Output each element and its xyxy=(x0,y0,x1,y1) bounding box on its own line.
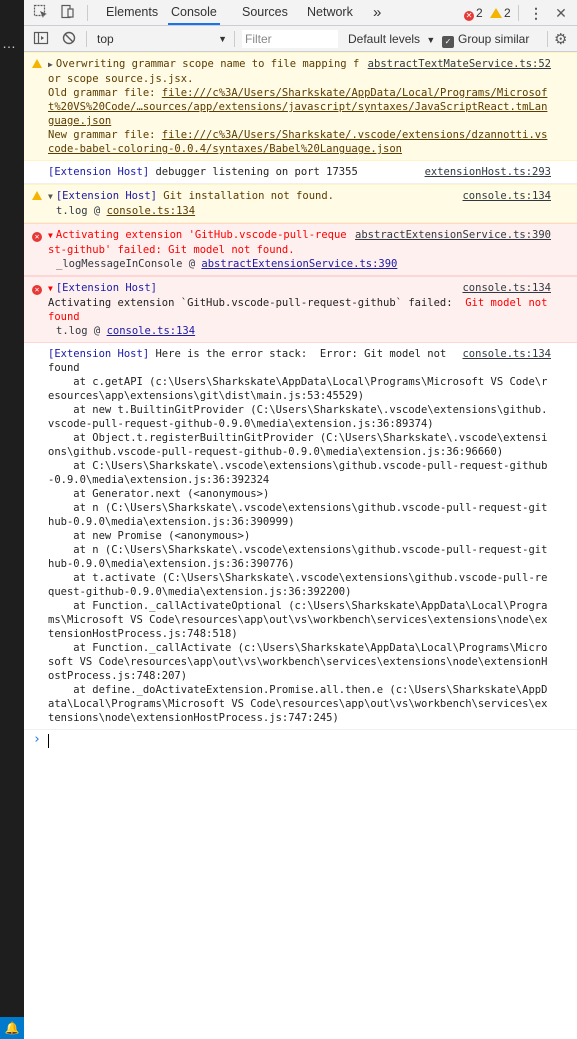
log-levels-label: Default levels xyxy=(348,32,421,46)
extension-host-prefix: [Extension Host] xyxy=(48,348,150,360)
toolbar-divider xyxy=(87,5,88,21)
close-devtools-icon[interactable]: ✕ xyxy=(552,4,570,22)
expand-triangle-icon[interactable]: ▼ xyxy=(48,231,53,240)
message-source-link[interactable]: console.ts:134 xyxy=(462,347,551,361)
message-source-link[interactable]: console.ts:134 xyxy=(462,281,551,295)
expand-triangle-icon[interactable]: ▼ xyxy=(48,192,53,201)
console-message-info[interactable]: console.ts:134 [Extension Host] Here is t… xyxy=(24,343,577,730)
devtools-panel: Elements Console Sources Network » ✕ 2 2 … xyxy=(24,0,577,1039)
sidebar-toggle-icon[interactable] xyxy=(32,30,50,48)
tab-sources[interactable]: Sources xyxy=(242,0,288,25)
toolbar-divider xyxy=(518,5,519,21)
stack-function: t.log @ xyxy=(56,205,107,217)
message-source-link[interactable]: abstractExtensionService.ts:390 xyxy=(355,228,551,242)
chevron-down-icon: ▼ xyxy=(218,34,227,44)
extension-host-prefix: [Extension Host] xyxy=(55,190,157,202)
toolbar-divider xyxy=(234,31,235,47)
more-icon[interactable]: … xyxy=(2,36,17,50)
stack-link[interactable]: console.ts:134 xyxy=(107,325,196,337)
error-icon: ✕ xyxy=(32,282,42,296)
message-text: debugger listening on port 17355 xyxy=(149,166,358,178)
stack-function: _logMessageInConsole @ xyxy=(56,258,202,270)
warning-count: 2 xyxy=(504,6,511,20)
filter-input[interactable] xyxy=(242,30,338,48)
more-tabs-button[interactable]: » xyxy=(373,0,381,25)
message-text: Overwriting grammar scope name to file m… xyxy=(48,58,360,85)
stack-function: t.log @ xyxy=(56,325,107,337)
stack-link[interactable]: abstractExtensionService.ts:390 xyxy=(201,258,397,270)
stack-frame: _logMessageInConsole @ abstractExtension… xyxy=(48,258,397,270)
checkbox-checked-icon: ✓ xyxy=(442,36,454,48)
message-source-link[interactable]: extensionHost.ts:293 xyxy=(425,165,551,179)
expand-triangle-icon[interactable]: ▶ xyxy=(48,60,53,69)
warning-icon xyxy=(490,8,502,18)
tab-elements[interactable]: Elements xyxy=(106,0,158,25)
warning-icon xyxy=(32,190,42,204)
expand-triangle-icon[interactable]: ▼ xyxy=(48,284,53,293)
group-similar-checkbox[interactable]: ✓ Group similar xyxy=(442,30,529,48)
console-message-warning[interactable]: abstractTextMateService.ts:52 ▶ Overwritin… xyxy=(24,52,577,161)
console-message-error[interactable]: ✕ abstractExtensionService.ts:390 ▼ Activat… xyxy=(24,223,577,276)
console-messages: abstractTextMateService.ts:52 ▶ Overwritin… xyxy=(24,52,577,1039)
console-message-info[interactable]: extensionHost.ts:293 [Extension Host] deb… xyxy=(24,161,577,184)
text-cursor xyxy=(48,734,49,748)
gear-icon[interactable]: ⚙ xyxy=(554,30,567,48)
warning-icon xyxy=(32,58,42,72)
tab-network[interactable]: Network xyxy=(307,0,353,25)
console-message-error[interactable]: ✕ console.ts:134 ▼ [Extension Host] Activat… xyxy=(24,276,577,343)
stack-frame: t.log @ console.ts:134 xyxy=(48,325,195,337)
stack-frame: t.log @ console.ts:134 xyxy=(48,205,195,217)
inspect-element-icon[interactable] xyxy=(32,4,50,22)
error-icon: ✕ xyxy=(464,11,474,21)
tab-console[interactable]: Console xyxy=(168,0,220,25)
error-count-badge[interactable]: ✕ 2 xyxy=(464,6,483,21)
extension-host-prefix: [Extension Host] xyxy=(48,166,150,178)
log-levels-dropdown[interactable]: Default levels ▼ xyxy=(348,30,435,48)
message-source-link[interactable]: console.ts:134 xyxy=(462,189,551,203)
console-filterbar: top ▼ Default levels ▼ ✓ Group similar ⚙ xyxy=(24,26,577,52)
group-similar-label: Group similar xyxy=(458,32,530,46)
message-text: Git installation not found. xyxy=(156,190,334,202)
context-value: top xyxy=(97,32,114,46)
console-message-warning[interactable]: console.ts:134 ▼ [Extension Host] Git inst… xyxy=(24,184,577,223)
message-source-link[interactable]: abstractTextMateService.ts:52 xyxy=(368,57,551,71)
editor-sidebar-strip: … 🔔 xyxy=(0,0,24,1039)
error-count: 2 xyxy=(476,6,483,20)
message-text: Activating extension `GitHub.vscode-pull… xyxy=(48,297,459,309)
toolbar-divider xyxy=(86,31,87,47)
devtools-tabbar: Elements Console Sources Network » ✕ 2 2 … xyxy=(24,0,577,26)
message-text: Here is the error stack: Error: Git mode… xyxy=(48,348,548,724)
context-select[interactable]: top ▼ xyxy=(97,30,227,48)
customize-menu-icon[interactable]: ⋮ xyxy=(527,4,545,22)
clear-console-icon[interactable] xyxy=(60,30,78,48)
bell-icon[interactable]: 🔔 xyxy=(0,1017,24,1039)
warning-count-badge[interactable]: 2 xyxy=(490,6,511,20)
message-text: New grammar file: xyxy=(48,129,162,141)
prompt-chevron-icon: › xyxy=(33,732,41,747)
device-toolbar-icon[interactable] xyxy=(58,4,76,22)
toolbar-divider xyxy=(547,31,548,47)
chevron-down-icon: ▼ xyxy=(426,35,436,45)
error-icon: ✕ xyxy=(32,229,42,243)
console-prompt[interactable]: › xyxy=(24,730,577,754)
extension-host-prefix: [Extension Host] xyxy=(55,282,157,294)
message-text: Activating extension 'GitHub.vscode-pull… xyxy=(48,229,347,256)
message-text: Old grammar file: xyxy=(48,87,162,99)
stack-link[interactable]: console.ts:134 xyxy=(107,205,196,217)
